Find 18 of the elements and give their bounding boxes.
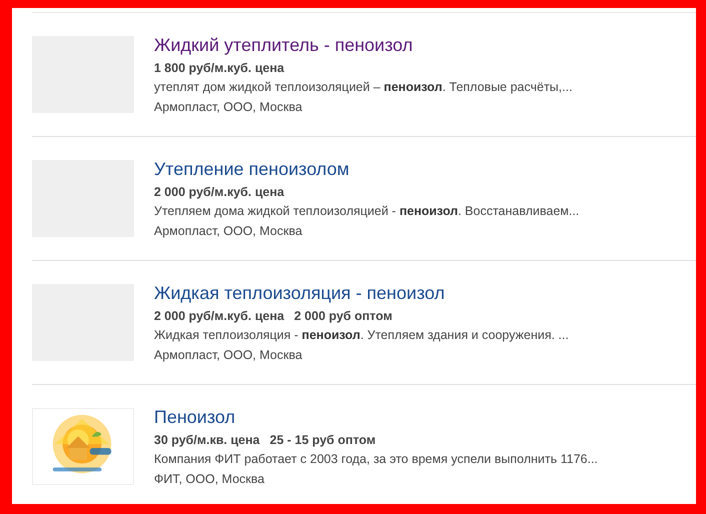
listing-description: Жидкая теплоизоляция - пеноизол. Утепляем здания и сооружения. ... [154,327,569,344]
listing-title-link[interactable]: Пеноизол [154,406,598,428]
price: 25 - 15 руб оптом [270,432,376,449]
seller-name: Армопласт, ООО, Москва [154,99,304,116]
listing-description: утеплят дом жидкой теплоизоляцией – пеноизол. Тепловые расчёты,... [154,79,572,96]
price: 30 руб/м.кв. цена [154,432,260,449]
price: 1 800 руб/м.куб. цена [154,60,284,77]
price: 2 000 руб оптом [294,308,392,325]
listing-title-link[interactable]: Жидкий утеплитель - пеноизол [154,34,572,56]
seller-name: Армопласт, ООО, Москва [154,347,304,364]
listing-title-link[interactable]: Утепление пеноизолом [154,158,580,180]
price: 2 000 руб/м.куб. цена [154,308,284,325]
seller-name: Армопласт, ООО, Москва [154,223,304,240]
listing-title-link[interactable]: Жидкая теплоизоляция - пеноизол [154,282,569,304]
seller-name: ФИТ, ООО, Москва [154,471,266,488]
price: 2 000 руб/м.куб. цена [154,184,284,201]
listing-description: Утепляем дома жидкой теплоизоляцией - пеноизол. Восстанавливаем... [154,203,580,220]
listing-description: Компания ФИТ работает с 2003 года, за это время успели выполнить 1176... [154,451,598,468]
